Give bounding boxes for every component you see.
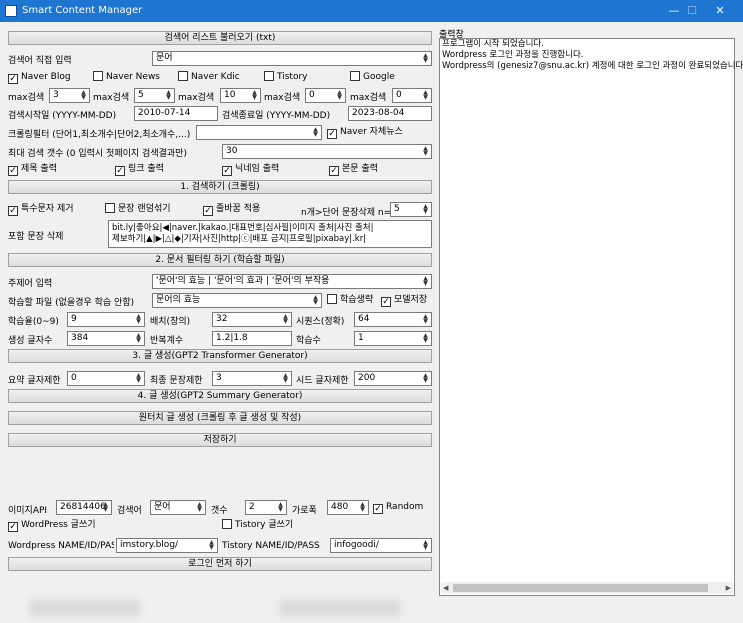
n-delete-input[interactable]: 5 ▲ ▼ <box>390 202 432 217</box>
keyword-input[interactable]: 문어 ▲ ▼ <box>152 51 432 66</box>
max-label-5: max검색 <box>350 93 387 103</box>
start-date-label: 검색시작일 (YYYY-MM-DD) <box>8 111 117 121</box>
image-count-label: 갯수 <box>211 506 228 516</box>
image-api-input[interactable]: 26814406 ▲ ▼ <box>56 500 112 515</box>
topic-input[interactable]: '문어'의 효능 | '문어'의 효과 | '문어'의 부작용 ▲ ▼ <box>152 274 432 289</box>
max-label-3: max검색 <box>178 93 215 103</box>
seq-input[interactable]: 64 ▲ ▼ <box>354 312 432 327</box>
seed-limit-label: 시드 글자제한 <box>296 376 349 386</box>
image-width-label: 가로폭 <box>292 506 317 516</box>
epoch-input[interactable]: 1 ▲ ▼ <box>354 331 432 346</box>
naver-news-checkbox[interactable]: ✓ Naver 자체뉴스 <box>327 126 403 139</box>
skip-learning-checkbox[interactable]: 학습생략 <box>327 294 373 306</box>
final-limit-label: 최종 문장제한 <box>150 376 203 386</box>
max-input-1[interactable]: 3 ▲ ▼ <box>49 88 90 103</box>
close-button[interactable]: ✕ <box>697 0 743 22</box>
image-width-input[interactable]: 480 ▲ ▼ <box>327 500 369 515</box>
keyword-label: 검색어 직접 입력 <box>8 56 72 66</box>
max-label-1: max검색 <box>8 93 45 103</box>
output-textbox[interactable]: 프로그램이 시작 되었습니다. Wordpress 로그인 과정을 진행합니다.… <box>439 38 743 596</box>
scroll-left-icon[interactable]: ◀ <box>443 582 448 594</box>
blurred-region-left <box>30 600 140 616</box>
shuffle-checkbox[interactable]: 문장 랜덤섞기 <box>105 203 171 215</box>
source-naver-kdic[interactable]: Naver Kdic <box>178 71 240 83</box>
wordpress-credentials-input[interactable]: imstory.blog/▲ ▼ <box>116 538 218 553</box>
n-delete-label: n개>단어 문장삭제 n= <box>301 208 392 218</box>
output-line: Wordpress 로그인 과정을 진행합니다. <box>442 50 584 60</box>
include-delete-textarea[interactable]: bit.ly|좋아요|◀|naver.|kakao.|대표번호|심사필|이미지 … <box>108 220 432 248</box>
final-limit-input[interactable]: 3 ▲ ▼ <box>212 371 292 386</box>
start-date-input[interactable]: 2010-07-14 <box>134 106 218 121</box>
remove-special-checkbox[interactable]: ✓ 특수문자 제거 <box>8 203 74 216</box>
epoch-label: 학습수 <box>296 336 321 346</box>
title-bar: Smart Content Manager — ☐ ✕ <box>0 0 743 22</box>
source-naver-blog[interactable]: ✓ Naver Blog <box>8 71 71 84</box>
spinner-icon[interactable]: ▲ ▼ <box>421 53 430 64</box>
image-count-input[interactable]: 2 ▲ ▼ <box>245 500 287 515</box>
max-input-2[interactable]: 5 ▲ ▼ <box>134 88 175 103</box>
filter-button[interactable]: 2. 문서 필터링 하기 (학습할 파일) <box>8 253 432 267</box>
learn-file-label: 학습할 파일 (없을경우 학습 안함) <box>8 298 135 308</box>
generate-summary-button[interactable]: 4. 글 생성(GPT2 Summary Generator) <box>8 389 432 403</box>
app-icon <box>5 5 17 17</box>
tistory-credentials-label: Tistory NAME/ID/PASS <box>222 541 320 551</box>
save-model-checkbox[interactable]: ✓ 모델저장 <box>381 294 427 307</box>
crawl-filter-label: 크롤링필터 (단어1,최소개수|단어2,최소개수,...) <box>8 130 191 140</box>
window-title: Smart Content Manager <box>22 5 143 16</box>
summary-limit-label: 요약 글자제한 <box>8 376 61 386</box>
max-label-4: max검색 <box>264 93 301 103</box>
output-link-checkbox[interactable]: ✓ 링크 출력 <box>115 163 164 176</box>
learn-file-input[interactable]: 문어의 효능 ▲ ▼ <box>152 293 322 308</box>
one-click-button[interactable]: 원터치 글 생성 (크롤링 후 글 생성 및 작성) <box>8 411 432 425</box>
end-date-input[interactable]: 2023-08-04 <box>348 106 432 121</box>
output-title-checkbox[interactable]: ✓ 제목 출력 <box>8 163 57 176</box>
output-body-checkbox[interactable]: ✓ 본문 출력 <box>329 163 378 176</box>
lr-input[interactable]: 9 ▲ ▼ <box>67 312 145 327</box>
seq-label: 시퀀스(정확) <box>296 317 345 327</box>
wordpress-checkbox[interactable]: ✓ WordPress 글쓰기 <box>8 519 96 532</box>
gen-length-label: 생성 글자수 <box>8 336 53 346</box>
max-count-input[interactable]: 30 ▲ ▼ <box>222 144 432 159</box>
repeat-input[interactable]: 1.2|1.8 <box>212 331 292 346</box>
login-button[interactable]: 로그인 먼저 하기 <box>8 557 432 571</box>
blurred-region-right <box>280 600 400 616</box>
topic-label: 주제어 입력 <box>8 279 53 289</box>
tistory-credentials-input[interactable]: infogoodi/▲ ▼ <box>330 538 432 553</box>
wordpress-credentials-label: Wordpress NAME/ID/PASS <box>8 541 114 551</box>
crawl-filter-input[interactable]: ▲ ▼ <box>196 125 322 140</box>
max-input-4[interactable]: 0 ▲ ▼ <box>305 88 346 103</box>
load-keywords-button[interactable]: 검색어 리스트 불러오기 (txt) <box>8 31 432 45</box>
save-button[interactable]: 저장하기 <box>8 433 432 447</box>
batch-label: 배치(창의) <box>150 317 191 327</box>
max-count-label: 최대 검색 갯수 (0 입력시 첫페이지 검색결과만) <box>8 149 187 159</box>
seed-limit-input[interactable]: 200 ▲ ▼ <box>354 371 432 386</box>
line-break-checkbox[interactable]: ✓ 줄바꿈 적용 <box>203 203 260 216</box>
repeat-label: 반복계수 <box>150 336 184 346</box>
horizontal-scrollbar[interactable]: ◀ ▶ <box>441 582 733 594</box>
gen-length-input[interactable]: 384 ▲ ▼ <box>67 331 145 346</box>
output-nickname-checkbox[interactable]: ✓ 닉네임 출력 <box>222 163 279 176</box>
image-keyword-label: 검색어 <box>117 506 142 516</box>
generate-transformer-button[interactable]: 3. 글 생성(GPT2 Transformer Generator) <box>8 349 432 363</box>
image-keyword-input[interactable]: 문어 ▲ ▼ <box>150 500 206 515</box>
scroll-thumb[interactable] <box>453 584 708 592</box>
output-line: 프로그램이 시작 되었습니다. <box>442 39 544 49</box>
source-google[interactable]: Google <box>350 71 395 83</box>
batch-input[interactable]: 32 ▲ ▼ <box>212 312 292 327</box>
max-label-2: max검색 <box>93 93 130 103</box>
image-api-label: 이미지API <box>8 506 48 516</box>
source-naver-news[interactable]: Naver News <box>93 71 160 83</box>
summary-limit-input[interactable]: 0 ▲ ▼ <box>67 371 145 386</box>
search-button[interactable]: 1. 검색하기 (크롤링) <box>8 180 432 194</box>
lr-label: 학습율(0~9) <box>8 317 59 327</box>
max-input-3[interactable]: 10 ▲ ▼ <box>220 88 261 103</box>
source-tistory[interactable]: Tistory <box>264 71 307 83</box>
scroll-right-icon[interactable]: ▶ <box>726 582 731 594</box>
tistory-checkbox[interactable]: Tistory 글쓰기 <box>222 519 293 531</box>
end-date-label: 검색종료일 (YYYY-MM-DD) <box>222 111 331 121</box>
include-delete-label: 포함 문장 삭제 <box>8 232 64 242</box>
output-line: Wordpress의 (genesiz7@snu.ac.kr) 계정에 대한 로… <box>442 61 743 71</box>
random-checkbox[interactable]: ✓ Random <box>373 501 423 514</box>
max-input-5[interactable]: 0 ▲ ▼ <box>392 88 432 103</box>
